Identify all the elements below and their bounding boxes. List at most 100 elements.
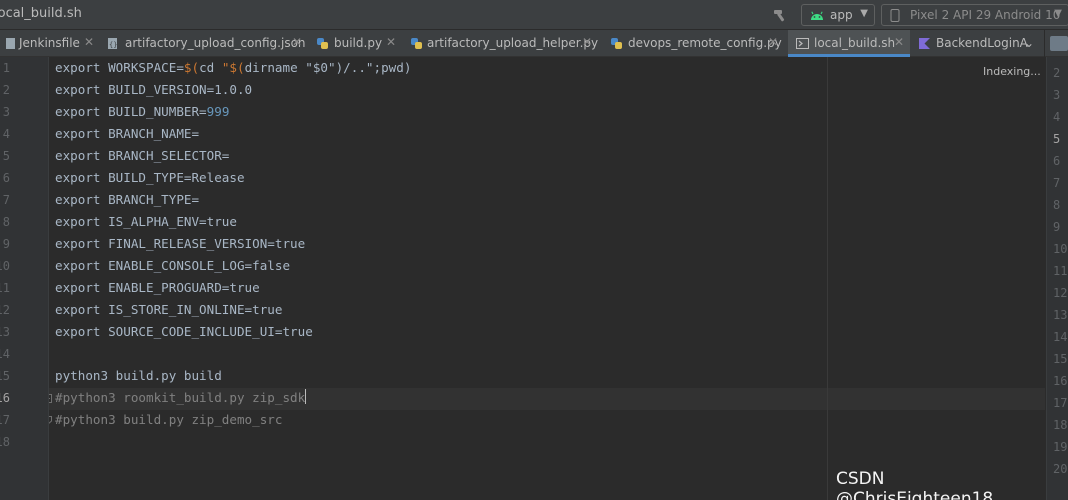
line-number: 1 — [2, 61, 10, 75]
line-number: 13 — [0, 325, 10, 339]
code-line-7[interactable]: export BRANCH_TYPE= — [55, 189, 199, 211]
tab-label: Jenkinsfile — [19, 36, 80, 50]
phone-icon — [890, 9, 900, 22]
line-number: 5 — [2, 149, 10, 163]
code-line-17[interactable]: #python3 build.py zip_demo_src — [55, 409, 282, 431]
code-line-16[interactable]: #python3 roomkit_build.py zip_sdk — [55, 387, 307, 409]
code-line-12[interactable]: export IS_STORE_IN_ONLINE=true — [55, 299, 282, 321]
split-editor-pane: 2 3 4 5 6 7 8 9 10 11 12 13 14 15 16 17 … — [1046, 57, 1068, 500]
line-number: 7 — [1053, 176, 1061, 190]
line-number: 6 — [2, 171, 10, 185]
line-number: 16 — [1053, 374, 1068, 388]
code-line-3[interactable]: export BUILD_NUMBER=999 — [55, 101, 229, 123]
tab-artifactory-upload-helper[interactable]: artifactory_upload_helper.py ✕ — [410, 30, 599, 57]
python-file-icon — [317, 38, 328, 49]
line-number: 14 — [0, 347, 10, 361]
line-number: 12 — [1053, 286, 1068, 300]
tab-label: artifactory_upload_helper.py — [427, 36, 599, 50]
fold-start-icon[interactable] — [49, 394, 52, 403]
line-number: 15 — [0, 369, 10, 383]
device-dropdown[interactable]: Pixel 2 API 29 Android 10 ▼ — [881, 4, 1068, 26]
code-comment: #python3 roomkit_build.py zip_sdk — [55, 390, 306, 405]
android-icon — [811, 11, 823, 20]
title-bar: local_build.sh app ▼ Pixel 2 API 29 Andr… — [0, 0, 1068, 30]
close-icon[interactable]: ✕ — [582, 35, 592, 49]
tab-build-py[interactable]: build.py ✕ — [316, 30, 400, 57]
close-icon[interactable]: ✕ — [894, 35, 904, 49]
device-label: Pixel 2 API 29 Android 10 — [910, 8, 1061, 22]
line-number: 17 — [0, 413, 10, 427]
code-line-5[interactable]: export BRANCH_SELECTOR= — [55, 145, 229, 167]
code-line-1[interactable]: export WORKSPACE=$(cd "$(dirname "$0")/.… — [55, 57, 411, 79]
tab-jenkinsfile[interactable]: Jenkinsfile ✕ — [4, 30, 98, 57]
tab-artifactory-upload-config[interactable]: {} artifactory_upload_config.json ✕ — [106, 30, 306, 57]
file-icon — [6, 38, 15, 49]
line-number: 14 — [1053, 330, 1068, 344]
editor-tab-bar: Jenkinsfile ✕ {} artifactory_upload_conf… — [0, 30, 1068, 57]
line-number: 8 — [1053, 198, 1061, 212]
close-icon[interactable]: ✕ — [768, 35, 778, 49]
tab-local-build-sh[interactable]: local_build.sh ✕ — [788, 30, 910, 57]
line-number: 2 — [1053, 66, 1061, 80]
right-margin-guide — [827, 57, 828, 500]
tab-bar-divider — [1044, 30, 1045, 57]
run-configuration-dropdown[interactable]: app ▼ — [801, 4, 875, 26]
code-number: 999 — [206, 104, 230, 119]
line-number: 11 — [1053, 264, 1068, 278]
watermark: CSDN @ChrisEighteen18 — [836, 469, 994, 500]
line-number: 19 — [1053, 440, 1068, 454]
chevron-down-icon: ▼ — [860, 8, 868, 19]
code-text: export WORKSPACE= — [55, 60, 184, 75]
tab-label: BackendLoginA — [936, 36, 1028, 50]
code-subshell: $( — [183, 60, 200, 75]
tab-devops-remote-config[interactable]: devops_remote_config.py ✕ — [610, 30, 782, 57]
code-line-13[interactable]: export SOURCE_CODE_INCLUDE_UI=true — [55, 321, 313, 343]
code-line-2[interactable]: export BUILD_VERSION=1.0.0 — [55, 79, 252, 101]
close-icon[interactable]: ✕ — [84, 35, 94, 49]
chevron-down-icon: ▼ — [1054, 8, 1062, 19]
line-number: 10 — [1053, 242, 1068, 256]
tab-label: artifactory_upload_config.json — [125, 36, 306, 50]
chevron-down-icon[interactable]: ⌄ — [1024, 36, 1034, 50]
run-configuration-label: app — [830, 8, 853, 22]
code-text: ;pwd) — [373, 60, 412, 75]
code-line-6[interactable]: export BUILD_TYPE=Release — [55, 167, 245, 189]
line-number: 3 — [2, 105, 10, 119]
line-number-gutter: 1 2 3 4 5 6 7 8 9 10 11 12 13 14 15 16 1… — [0, 57, 49, 500]
tab-label: local_build.sh — [814, 36, 896, 50]
build-hammer-icon[interactable] — [772, 7, 788, 23]
code-line-11[interactable]: export ENABLE_PROGUARD=true — [55, 277, 260, 299]
fold-end-icon[interactable] — [49, 416, 52, 425]
code-text: export BUILD_NUMBER= — [55, 104, 207, 119]
python-file-icon — [411, 38, 422, 49]
line-number: 6 — [1053, 154, 1061, 168]
code-editor[interactable]: Indexing... export WORKSPACE=$(cd "$(dir… — [49, 57, 1045, 500]
line-number: 10 — [0, 259, 10, 273]
line-number: 4 — [1053, 110, 1061, 124]
line-number: 9 — [1053, 220, 1061, 234]
code-line-9[interactable]: export FINAL_RELEASE_VERSION=true — [55, 233, 305, 255]
line-number: 8 — [2, 215, 10, 229]
text-cursor — [305, 389, 307, 404]
indexing-status: Indexing... — [983, 65, 1041, 78]
close-icon[interactable]: ✕ — [386, 35, 396, 49]
line-number: 4 — [2, 127, 10, 141]
code-line-8[interactable]: export IS_ALPHA_ENV=true — [55, 211, 237, 233]
split-editor-tab-icon[interactable] — [1050, 36, 1068, 51]
svg-text:{}: {} — [109, 41, 117, 49]
tab-label: devops_remote_config.py — [628, 36, 782, 50]
line-number: 17 — [1053, 396, 1068, 410]
code-line-15[interactable]: python3 build.py build — [55, 365, 222, 387]
line-number: 18 — [0, 435, 10, 449]
close-icon[interactable]: ✕ — [292, 35, 302, 49]
code-subshell: "$( — [221, 60, 245, 75]
python-file-icon — [611, 38, 622, 49]
line-number: 20 — [1053, 462, 1068, 476]
code-line-4[interactable]: export BRANCH_NAME= — [55, 123, 199, 145]
line-number: 3 — [1053, 88, 1061, 102]
tab-label: build.py — [334, 36, 383, 50]
line-number: 18 — [1053, 418, 1068, 432]
code-line-10[interactable]: export ENABLE_CONSOLE_LOG=false — [55, 255, 290, 277]
tab-backend-login[interactable]: BackendLoginA — [918, 30, 1028, 57]
line-number: 2 — [2, 83, 10, 97]
